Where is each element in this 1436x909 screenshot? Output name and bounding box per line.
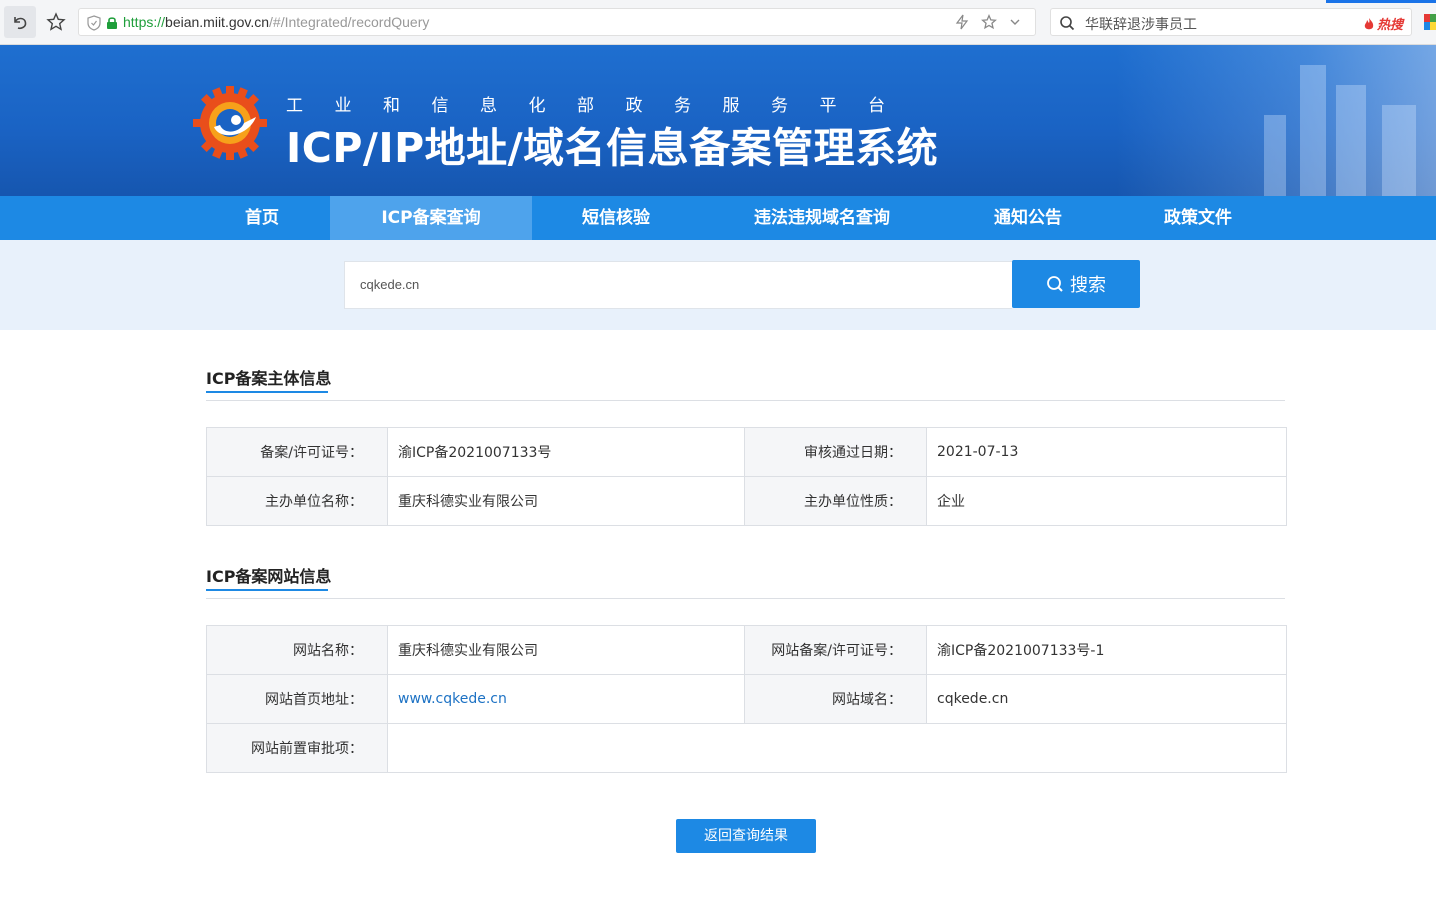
homepage-cell: www.cqkede.cn xyxy=(387,674,745,724)
preapproval-label: 网站前置审批项： xyxy=(206,723,388,773)
query-area: cqkede.cn 搜索 xyxy=(0,240,1436,330)
banner-building xyxy=(1264,115,1286,196)
section-divider xyxy=(206,598,1285,599)
url-path: /#/Integrated/recordQuery xyxy=(269,14,430,30)
search-button[interactable]: 搜索 xyxy=(1012,260,1140,308)
star-icon xyxy=(46,12,66,31)
browser-toolbar: https://beian.miit.gov.cn/#/Integrated/r… xyxy=(0,0,1436,45)
banner-building xyxy=(1336,85,1366,196)
main-nav: 首页 ICP备案查询 短信核验 违法违规域名查询 通知公告 政策文件 xyxy=(0,196,1436,240)
shield-icon xyxy=(87,15,101,31)
organizer-type-value: 企业 xyxy=(926,476,1287,526)
nav-item-sms-verify[interactable]: 短信核验 xyxy=(548,196,684,240)
header-subtitle: 工业和信息化部政务服务平台 xyxy=(286,96,917,116)
fire-icon xyxy=(1364,17,1374,29)
table-row: 网站名称： 重庆科德实业有限公司 网站备案/许可证号： 渝ICP备2021007… xyxy=(206,625,1287,675)
back-to-results-button[interactable]: 返回查询结果 xyxy=(676,819,816,853)
site-name-label: 网站名称： xyxy=(206,625,388,675)
browser-search-box[interactable]: 华联辞退涉事员工 热搜 xyxy=(1050,8,1412,36)
search-icon xyxy=(1060,16,1075,31)
site-license-value: 渝ICP备2021007133号-1 xyxy=(926,625,1287,675)
domain-search-input[interactable]: cqkede.cn xyxy=(344,261,1012,309)
nav-item-illegal-domain-query[interactable]: 违法违规域名查询 xyxy=(712,196,932,240)
header-banner: 工业和信息化部政务服务平台 ICP/IP地址/域名信息备案管理系统 xyxy=(0,45,1436,196)
homepage-label: 网站首页地址： xyxy=(206,674,388,724)
organizer-name-value: 重庆科德实业有限公司 xyxy=(387,476,745,526)
approval-date-value: 2021-07-13 xyxy=(926,427,1287,477)
homepage-link[interactable]: www.cqkede.cn xyxy=(398,691,507,707)
lock-icon xyxy=(107,17,117,29)
website-info-table: 网站名称： 重庆科德实业有限公司 网站备案/许可证号： 渝ICP备2021007… xyxy=(206,625,1287,773)
subject-info-table: 备案/许可证号： 渝ICP备2021007133号 审核通过日期： 2021-0… xyxy=(206,427,1287,526)
nav-item-policy-documents[interactable]: 政策文件 xyxy=(1130,196,1266,240)
site-license-label: 网站备案/许可证号： xyxy=(744,625,927,675)
website-section-title: ICP备案网站信息 xyxy=(206,567,332,586)
page-title: ICP/IP地址/域名信息备案管理系统 xyxy=(286,124,939,172)
table-row: 主办单位名称： 重庆科德实业有限公司 主办单位性质： 企业 xyxy=(206,476,1287,526)
miit-logo-icon xyxy=(193,86,267,160)
hot-search-label: 热搜 xyxy=(1376,18,1403,33)
bookmark-button[interactable] xyxy=(40,6,72,38)
section-accent-bar xyxy=(206,391,328,393)
organizer-name-label: 主办单位名称： xyxy=(206,476,388,526)
address-bar[interactable]: https://beian.miit.gov.cn/#/Integrated/r… xyxy=(78,8,1036,36)
approval-date-label: 审核通过日期： xyxy=(744,427,927,477)
table-row: 备案/许可证号： 渝ICP备2021007133号 审核通过日期： 2021-0… xyxy=(206,427,1287,477)
section-accent-bar xyxy=(206,589,328,591)
browser-tab-accent xyxy=(1326,0,1436,3)
nav-item-home[interactable]: 首页 xyxy=(202,196,322,240)
license-number-label: 备案/许可证号： xyxy=(206,427,388,477)
app-grid-icon[interactable] xyxy=(1424,14,1436,30)
site-name-value: 重庆科德实业有限公司 xyxy=(387,625,745,675)
table-row: 网站首页地址： www.cqkede.cn 网站域名： cqkede.cn xyxy=(206,674,1287,724)
nav-item-icp-query[interactable]: ICP备案查询 xyxy=(330,196,532,240)
search-button-label: 搜索 xyxy=(1070,275,1106,296)
browser-back-button[interactable] xyxy=(4,6,36,38)
address-bar-tools xyxy=(955,14,1021,30)
favorite-star-icon[interactable] xyxy=(981,14,997,30)
license-number-value: 渝ICP备2021007133号 xyxy=(387,427,745,477)
browser-search-query: 华联辞退涉事员工 xyxy=(1085,16,1197,32)
domain-label: 网站域名： xyxy=(744,674,927,724)
url-protocol: https:// xyxy=(123,14,166,30)
subject-section-title: ICP备案主体信息 xyxy=(206,369,332,388)
search-icon xyxy=(1047,276,1063,292)
lightning-icon[interactable] xyxy=(955,14,969,30)
undo-arrow-icon xyxy=(14,17,27,30)
preapproval-value xyxy=(387,723,1287,773)
hot-search-badge[interactable]: 热搜 xyxy=(1363,14,1403,33)
url-text: https://beian.miit.gov.cn/#/Integrated/r… xyxy=(123,14,429,30)
banner-building xyxy=(1300,65,1326,196)
banner-building xyxy=(1382,105,1416,196)
table-row: 网站前置审批项： xyxy=(206,723,1287,773)
domain-value: cqkede.cn xyxy=(926,674,1287,724)
url-host: beian.miit.gov.cn xyxy=(165,14,270,30)
organizer-type-label: 主办单位性质： xyxy=(744,476,927,526)
chevron-down-icon[interactable] xyxy=(1009,16,1021,28)
nav-item-notices[interactable]: 通知公告 xyxy=(960,196,1096,240)
section-divider xyxy=(206,400,1285,401)
